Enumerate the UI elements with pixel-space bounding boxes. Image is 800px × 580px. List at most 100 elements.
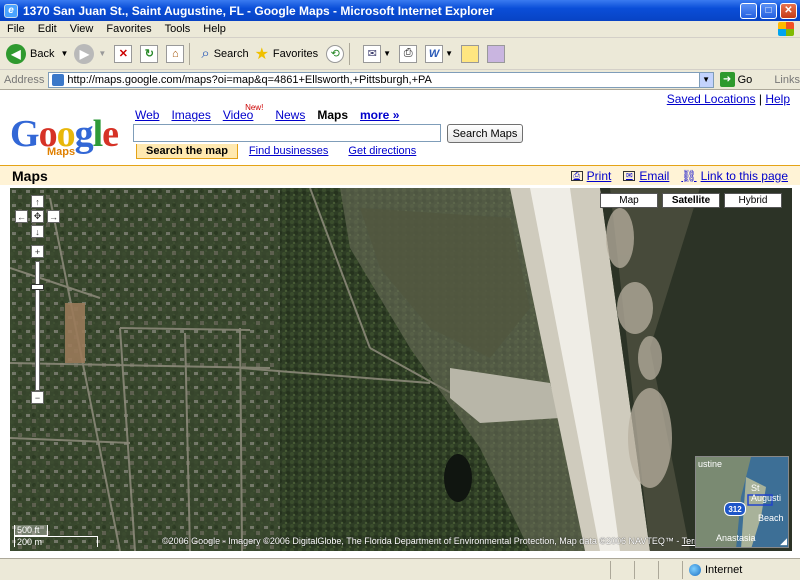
minimize-button[interactable]: _ [740, 2, 757, 19]
nav-images[interactable]: Images [171, 108, 210, 122]
pan-down-icon[interactable]: ↓ [31, 225, 44, 238]
page-content: Saved Locations | Help Google Maps Web I… [0, 90, 800, 558]
favorites-button[interactable]: ★ Favorites [255, 44, 319, 64]
overview-map[interactable]: ustine St Augusti Beach Anastasia 312 ◢ [695, 456, 789, 548]
nav-more[interactable]: more » [360, 108, 399, 122]
satellite-map[interactable]: Map Satellite Hybrid ↑ ← ✥ → ↓ + − 500 f… [10, 188, 792, 551]
toolbar-separator [349, 42, 351, 65]
address-dropdown-icon[interactable]: ▼ [698, 72, 713, 87]
mail-dropdown-icon[interactable]: ▼ [383, 49, 391, 58]
route-shield-icon: 312 [724, 502, 746, 516]
forward-dropdown-icon[interactable]: ▼ [98, 49, 106, 58]
menu-file[interactable]: File [7, 23, 25, 35]
link-label: Link to this page [700, 168, 788, 183]
go-button[interactable]: ➜ Go [719, 72, 753, 87]
forward-arrow-icon: ▶ [74, 43, 95, 64]
status-bar: Internet [0, 558, 800, 580]
links-button[interactable]: Links [774, 74, 800, 86]
close-button[interactable]: ✕ [780, 2, 797, 19]
back-arrow-icon: ◀ [6, 43, 26, 64]
product-nav: Web Images Video New! News Maps more » [135, 103, 411, 122]
zoom-slider-track[interactable] [35, 261, 40, 391]
favorites-label: Favorites [272, 47, 319, 60]
menu-tools[interactable]: Tools [165, 23, 191, 35]
back-dropdown-icon[interactable]: ▼ [60, 49, 68, 58]
maximize-button[interactable]: □ [760, 2, 777, 19]
nav-video[interactable]: Video New! [223, 103, 263, 122]
forward-button[interactable]: ▶ ▼ [74, 43, 106, 64]
menu-view[interactable]: View [70, 23, 94, 35]
top-links: Saved Locations | Help [667, 92, 790, 106]
email-link[interactable]: ✉ Email [623, 169, 669, 183]
history-icon[interactable]: ⟲ [326, 44, 345, 63]
page-icon [52, 73, 65, 86]
help-link[interactable]: Help [765, 92, 790, 106]
security-zone: Internet [682, 560, 800, 579]
overview-label-beach: Beach [758, 513, 784, 523]
back-button[interactable]: ◀ Back ▼ [6, 43, 68, 64]
status-cell [610, 560, 634, 579]
globe-icon [689, 563, 701, 576]
home-icon[interactable]: ⌂ [166, 44, 185, 63]
nav-news[interactable]: News [275, 108, 305, 122]
search-icon: ⌕ [201, 45, 210, 62]
maps-header-bar: Maps ⎙ Print ✉ Email ⛓ Link to this page [0, 165, 800, 185]
menu-favorites[interactable]: Favorites [106, 23, 151, 35]
map-scale: 500 ft 200 m [14, 525, 98, 547]
zone-label: Internet [705, 563, 743, 576]
tab-find-businesses[interactable]: Find businesses [240, 144, 338, 159]
menu-edit[interactable]: Edit [38, 23, 57, 35]
word-edit-icon[interactable]: W [425, 44, 444, 63]
address-label: Address [4, 73, 45, 86]
map-type-map-button[interactable]: Map [600, 193, 658, 208]
scale-meters: 200 m [14, 536, 98, 547]
link-to-page-link[interactable]: ⛓ Link to this page [681, 169, 788, 183]
scale-feet: 500 ft [14, 525, 48, 536]
address-url[interactable]: http://maps.google.com/maps?oi=map&q=486… [67, 74, 698, 86]
map-type-hybrid-button[interactable]: Hybrid [724, 193, 782, 208]
nav-web[interactable]: Web [135, 108, 159, 122]
print-icon[interactable]: ⎙ [399, 44, 418, 63]
pan-up-icon[interactable]: ↑ [31, 195, 44, 208]
mail-icon[interactable]: ✉ [363, 44, 382, 63]
tab-search-the-map[interactable]: Search the map [136, 144, 238, 159]
zoom-in-icon[interactable]: + [31, 245, 44, 258]
messenger-icon[interactable] [487, 44, 506, 63]
satellite-imagery [10, 188, 792, 551]
zoom-out-icon[interactable]: − [31, 391, 44, 404]
top-links-separator: | [758, 92, 762, 106]
go-arrow-icon: ➜ [719, 72, 735, 87]
copyright-text: ©2006 Google - Imagery ©2006 DigitalGlob… [162, 536, 682, 546]
tab-get-directions[interactable]: Get directions [339, 144, 425, 159]
overview-toggle-icon[interactable]: ◢ [780, 536, 787, 547]
search-maps-button[interactable]: Search Maps [447, 124, 523, 143]
address-input[interactable]: http://maps.google.com/maps?oi=map&q=486… [48, 71, 714, 88]
windows-logo-icon [778, 22, 794, 36]
pan-center-icon[interactable]: ✥ [31, 210, 44, 223]
map-copyright: ©2006 Google - Imagery ©2006 DigitalGlob… [162, 536, 735, 546]
search-tabs: Search the map Find businesses Get direc… [136, 144, 427, 159]
edit-dropdown-icon[interactable]: ▼ [445, 49, 453, 58]
pan-left-icon[interactable]: ← [15, 210, 28, 223]
logo-maps-label: Maps [47, 146, 76, 158]
toolbar: ◀ Back ▼ ▶ ▼ ✕ ↻ ⌂ ⌕ Search ★ Favorites … [0, 38, 800, 70]
go-label: Go [737, 73, 753, 86]
stop-icon[interactable]: ✕ [114, 44, 133, 63]
search-button[interactable]: ⌕ Search [201, 45, 248, 62]
zoom-slider-handle[interactable] [31, 284, 44, 290]
pan-right-icon[interactable]: → [47, 210, 60, 223]
search-label: Search [213, 47, 249, 60]
maps-heading: Maps [12, 167, 48, 184]
menu-help[interactable]: Help [203, 23, 226, 35]
discuss-icon[interactable] [461, 44, 480, 63]
toolbar-separator [189, 42, 191, 65]
window-titlebar: e 1370 San Juan St., Saint Augustine, FL… [0, 0, 800, 21]
back-label: Back [30, 47, 55, 60]
map-type-satellite-button[interactable]: Satellite [662, 193, 720, 208]
refresh-icon[interactable]: ↻ [140, 44, 159, 63]
saved-locations-link[interactable]: Saved Locations [667, 92, 756, 106]
print-link[interactable]: ⎙ Print [570, 169, 611, 183]
envelope-icon: ✉ [623, 170, 636, 181]
nav-maps: Maps [317, 108, 349, 122]
maps-search-input[interactable] [133, 124, 441, 142]
